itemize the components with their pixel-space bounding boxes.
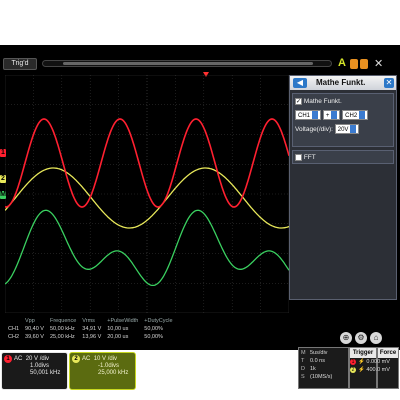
- measurement-cell: 20,00 us: [107, 334, 129, 340]
- grid: [5, 75, 289, 313]
- trigger-levels: 1 ⚡ 0.000 mV 2 ⚡ 400.0 mV: [350, 358, 399, 374]
- math-panel-header: ◀ Mathe Funkt. ✕: [290, 76, 396, 90]
- measurement-header-row: Vpp Frequence Vrms +PulseWidth +DutyCycl…: [5, 317, 176, 325]
- math-enable-label: Mathe Funkt.: [303, 98, 342, 105]
- measurement-header: [5, 317, 22, 325]
- chevron-down-icon: [312, 111, 319, 120]
- ch1-trigger-level: 0.000 mV: [366, 359, 390, 365]
- ch2-level-marker[interactable]: 2: [0, 175, 6, 183]
- timebase-value: 5us/div: [310, 350, 328, 356]
- voltage-value: 20V: [337, 127, 349, 134]
- math-panel-title: Mathe Funkt.: [316, 78, 366, 87]
- close-icon[interactable]: ✕: [384, 78, 394, 88]
- ch1-position: 1.0divs: [30, 363, 50, 369]
- force-button[interactable]: Force: [378, 348, 398, 358]
- chevron-down-icon: [350, 125, 357, 134]
- single-shot-icon[interactable]: [360, 59, 368, 69]
- fft-label: FFT: [303, 154, 316, 161]
- ch2-settings-panel[interactable]: 2 AC 10 V /div -1.0divs 25,000 kHz: [69, 352, 136, 390]
- measurement-table: Vpp Frequence Vrms +PulseWidth +DutyCycl…: [5, 317, 225, 351]
- math-function-panel: ◀ Mathe Funkt. ✕ ✓ Mathe Funkt. CH1 + CH…: [289, 75, 397, 300]
- ch1-coupling: AC: [14, 356, 23, 362]
- ch1-level-marker[interactable]: 1: [0, 149, 6, 157]
- top-bar: Trig'd A ✕: [0, 57, 400, 71]
- zoom-icon[interactable]: ⊕: [340, 332, 352, 344]
- ch2-trigger-dot: 2: [350, 366, 356, 373]
- ch2-volts-per-div: 10 V /div: [93, 356, 118, 362]
- timebase-key: S: [301, 374, 305, 380]
- fft-settings: FFT: [292, 150, 394, 164]
- toolbar: ⊕ ⚙ ⌂: [338, 332, 400, 346]
- waveform-display: [5, 75, 289, 313]
- timebase-value: 0.0 ns: [310, 358, 325, 364]
- measurement-cell: 10,00 us: [107, 326, 129, 332]
- timebase-window[interactable]: [63, 62, 313, 65]
- trigger-button[interactable]: Trigger: [350, 348, 376, 358]
- ch1-settings-panel[interactable]: 1 AC 20 V /div 1.0divs 50,001 kHz: [1, 352, 68, 390]
- timebase-key: M: [301, 350, 306, 356]
- measurement-cell: 50,00 kHz: [49, 326, 75, 332]
- math-settings: ✓ Mathe Funkt. CH1 + CH2 Voltage(/div): …: [292, 93, 394, 147]
- source2-select[interactable]: CH2: [342, 110, 369, 121]
- measurement-cell: 34,91 V: [82, 326, 102, 332]
- math-level-marker[interactable]: M: [0, 191, 6, 199]
- source1-value: CH1: [298, 113, 311, 120]
- measurement-header: Vpp: [25, 318, 35, 324]
- measurement-row: CH2 39,60 V 25,00 kHz 13,96 V 20,00 us 5…: [5, 333, 176, 341]
- run-stop-icon[interactable]: [350, 59, 358, 69]
- oscilloscope-window: Trig'd A ✕ 1 2 M ◀ Mathe Funkt. ✕ ✓ Math…: [0, 45, 400, 390]
- source1-select[interactable]: CH1: [295, 110, 322, 121]
- ch2-badge: 2: [72, 355, 80, 363]
- ch1-frequency: 50,001 kHz: [30, 370, 61, 376]
- math-enable-checkbox[interactable]: ✓: [295, 97, 302, 105]
- timebase-value: (10MS/s): [310, 374, 333, 380]
- source2-value: CH2: [345, 113, 358, 120]
- timebase-scroll-strip[interactable]: [42, 60, 332, 67]
- measurement-row: CH1 90,40 V 50,00 kHz 34,91 V 10,00 us 5…: [5, 325, 176, 333]
- measurement-header: Frequence: [49, 318, 77, 324]
- ch2-coupling: AC: [82, 356, 91, 362]
- arrow-left-icon[interactable]: ◀: [293, 78, 307, 88]
- measurement-cell: 39,60 V: [25, 334, 44, 340]
- expand-icon[interactable]: ✕: [374, 57, 383, 70]
- operator-value: +: [325, 113, 330, 120]
- measurement-header: +DutyCycle: [144, 318, 173, 324]
- timebase-key: D: [301, 366, 305, 372]
- measurement-header: +PulseWidth: [107, 318, 139, 324]
- voltage-select[interactable]: 20V: [334, 124, 360, 135]
- ch2-position: -1.0divs: [98, 363, 120, 369]
- chevron-down-icon: [359, 111, 366, 120]
- chevron-down-icon: [331, 111, 338, 120]
- timebase-key: T: [301, 358, 305, 364]
- measurement-cell: 50,00%: [144, 326, 163, 332]
- measurement-cell: 25,00 kHz: [49, 334, 75, 340]
- measurement-cell: 50,00%: [144, 334, 163, 340]
- ch2-frequency: 25,000 kHz: [98, 370, 129, 376]
- ch1-badge: 1: [4, 355, 12, 363]
- measurement-cell: CH2: [8, 334, 20, 340]
- ch1-trigger-dot: 1: [350, 358, 356, 365]
- measurement-cell: 90,40 V: [25, 326, 44, 332]
- timebase-value: 1k: [310, 366, 316, 372]
- ch2-trigger-level: 400.0 mV: [366, 367, 390, 373]
- math-waveform: [5, 209, 289, 287]
- operator-select[interactable]: +: [322, 110, 341, 121]
- measurement-cell: 13,96 V: [82, 334, 102, 340]
- ch1-volts-per-div: 20 V /div: [25, 356, 50, 362]
- auto-set-icon[interactable]: A: [338, 57, 346, 69]
- home-icon[interactable]: ⌂: [370, 332, 382, 344]
- timebase-panel[interactable]: M 5us/div T 0.0 ns D 1k S (10MS/s): [298, 347, 349, 389]
- trigger-status: Trig'd: [3, 58, 37, 70]
- measurement-cell: CH1: [8, 326, 20, 332]
- voltage-label: Voltage(/div):: [295, 126, 333, 133]
- measurement-header: Vrms: [82, 318, 95, 324]
- fft-checkbox[interactable]: [295, 153, 302, 161]
- settings-icon[interactable]: ⚙: [355, 332, 367, 344]
